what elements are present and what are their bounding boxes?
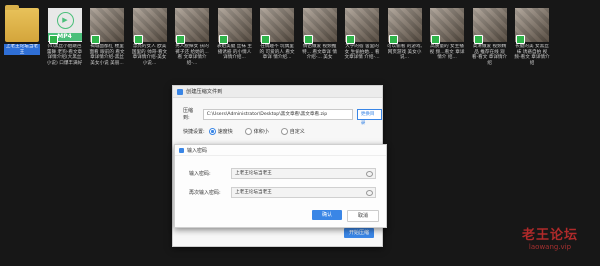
option-custom[interactable]: 自定义	[280, 128, 305, 135]
watermark-url: laowang.vip	[528, 243, 572, 251]
image-thumbnail	[217, 8, 252, 44]
confirm-password-label: 再次输入密码:	[189, 190, 221, 196]
password-field-row: 输入密码: 上老王论坛当老王	[189, 168, 376, 179]
confirm-password-input[interactable]: 上老王论坛当老王	[231, 187, 376, 198]
sync-badge-icon	[176, 35, 185, 44]
file-name: 褐城面都红 楼里面看 眼前的 看文章详情介绍-黑丝美女小说 美丽...	[89, 44, 125, 66]
image-thumbnail	[430, 8, 464, 44]
file-item[interactable]: 漂亮的女人 欧美国里的 帅哥-看文章详情介绍-美女小说...	[132, 8, 168, 66]
sync-badge-icon	[218, 35, 228, 44]
file-name: 表姐美腿 丝袜 主播诱惑 的小情人 详情介绍...	[216, 44, 253, 61]
file-item[interactable]: 高清做爱 视频精品 推荐在线 观看-看文 章详情介绍	[472, 8, 508, 66]
key-icon	[179, 147, 184, 153]
file-item[interactable]: 上老王论坛当老王	[4, 5, 40, 56]
file-item[interactable]: 情侣做爱 视频推特... 看文章详 情介绍-... 美女	[302, 8, 338, 61]
password-label: 输入密码:	[189, 171, 211, 177]
radio-icon	[244, 128, 252, 135]
eye-icon[interactable]	[366, 171, 373, 177]
file-item[interactable]: 褐城面都红 楼里面看 眼前的 看文章详情介绍-黑丝美女小说 美丽...	[89, 8, 125, 66]
file-item[interactable]: 在情趣不 玩偶里的 可爱的人 看文章详 情介绍...	[259, 8, 295, 61]
image-thumbnail	[90, 8, 124, 44]
sync-badge-icon	[473, 35, 483, 44]
sync-badge-icon	[261, 35, 270, 44]
file-name: 高清做爱 视频精品 推荐在线 观看-看文 章详情介绍	[471, 44, 508, 66]
image-thumbnail	[515, 8, 549, 44]
settings-label: 快捷设置:	[183, 129, 205, 135]
change-directory-button[interactable]: 更换目录	[356, 108, 382, 126]
file-item[interactable]: 高质量的 女主播视 频...看文 章详情介 绍...	[429, 8, 465, 61]
sync-badge-icon	[133, 35, 143, 44]
image-thumbnail	[260, 8, 294, 44]
option-fast[interactable]: 速度快	[208, 128, 233, 135]
confirm-password-row: 再次输入密码: 上老王论坛当老王	[189, 187, 376, 198]
sync-badge-icon	[48, 35, 58, 44]
file-item[interactable]: 大学的宿 舍里的女 生偷拍她... 看文章详情 介绍-...	[344, 8, 380, 61]
file-item[interactable]: ▶ MP4 (4)黑丝小姐跳芭蕾舞 老狗-看文章 详情介绍(大黑丝小说) 口爆丰满好	[47, 8, 83, 66]
sync-badge-icon	[303, 35, 313, 44]
file-name: 在情趣不 玩偶里的 可爱的人 看文章详 情介绍...	[259, 44, 295, 61]
file-name: (4)黑丝小姐跳芭蕾舞 老狗-看文章 详情介绍(大黑丝小说) 口爆丰满好	[46, 44, 83, 66]
watermark: 老王论坛 laowang.vip	[522, 224, 578, 251]
image-thumbnail	[345, 8, 379, 44]
confirm-button[interactable]: 确认	[312, 210, 342, 220]
file-name: 大学的宿 舍里的女 生偷拍她... 看文章详情 介绍-...	[344, 44, 380, 61]
file-name: 男人脱掉女 孩的裤子还 给她的...看 文章详情介 绍-...	[175, 44, 209, 66]
file-name: 高质量的 女主播视 频...看文 章详情介 绍...	[429, 44, 465, 61]
folder-icon	[5, 5, 39, 42]
path-input[interactable]: C:\Users\Administrator\Desktop\黑文章看\黑文章看…	[202, 108, 353, 120]
file-item[interactable]: 可以偷看 的游戏, 网页游戏 美女小说...	[387, 8, 423, 61]
file-name: 可以偷看 的游戏, 网页游戏 美女小说...	[386, 44, 423, 61]
radio-icon	[208, 128, 216, 135]
radio-icon	[280, 128, 288, 135]
cancel-button[interactable]: 取消	[347, 210, 379, 222]
play-icon: ▶	[56, 12, 74, 29]
file-name: 长腿的美 女黑丝袜 诱惑自拍 视频-看文 章详情介绍	[514, 44, 550, 66]
image-thumbnail	[175, 8, 209, 44]
path-label: 压缩到:	[183, 108, 194, 121]
option-small[interactable]: 体积小	[244, 128, 269, 135]
image-thumbnail	[472, 8, 507, 44]
file-name: 漂亮的女人 欧美国里的 帅哥-看文章详情介绍-美女小说...	[131, 44, 168, 66]
eye-icon[interactable]	[366, 190, 373, 196]
settings-row: 快捷设置: 速度快 体积小 自定义	[183, 128, 313, 135]
dialog-titlebar[interactable]: 创建压缩文件到	[173, 86, 382, 98]
watermark-title: 老王论坛	[522, 228, 579, 243]
path-row: 压缩到: C:\Users\Administrator\Desktop\黑文章看…	[183, 107, 382, 126]
sync-badge-icon	[516, 35, 525, 44]
file-name: 上老王论坛当老王	[4, 44, 40, 56]
app-icon	[177, 88, 183, 95]
password-titlebar[interactable]: 输入密码	[175, 145, 386, 156]
password-dialog: 输入密码 输入密码: 上老王论坛当老王 再次输入密码: 上老王论坛当老王 确认 …	[174, 144, 387, 228]
file-item[interactable]: 表姐美腿 丝袜 主播诱惑 的小情人 详情介绍...	[217, 8, 253, 61]
password-dialog-title: 输入密码	[187, 147, 208, 154]
image-thumbnail	[387, 8, 422, 44]
password-input[interactable]: 上老王论坛当老王	[231, 168, 376, 179]
sync-badge-icon	[346, 35, 355, 44]
start-compress-button[interactable]: 开始压缩	[343, 228, 374, 238]
video-file-icon: ▶ MP4	[47, 8, 82, 44]
file-name: 情侣做爱 视频推特... 看文章详 情介绍-... 美女	[302, 44, 337, 61]
sync-badge-icon	[91, 35, 100, 44]
sync-badge-icon	[431, 35, 440, 44]
file-item[interactable]: 男人脱掉女 孩的裤子还 给她的...看 文章详情介 绍-...	[174, 8, 210, 66]
file-item[interactable]: 长腿的美 女黑丝袜 诱惑自拍 视频-看文 章详情介绍	[514, 8, 550, 66]
image-thumbnail	[132, 8, 167, 44]
image-thumbnail	[302, 8, 337, 44]
sync-badge-icon	[388, 35, 398, 44]
dialog-title: 创建压缩文件到	[186, 89, 223, 95]
